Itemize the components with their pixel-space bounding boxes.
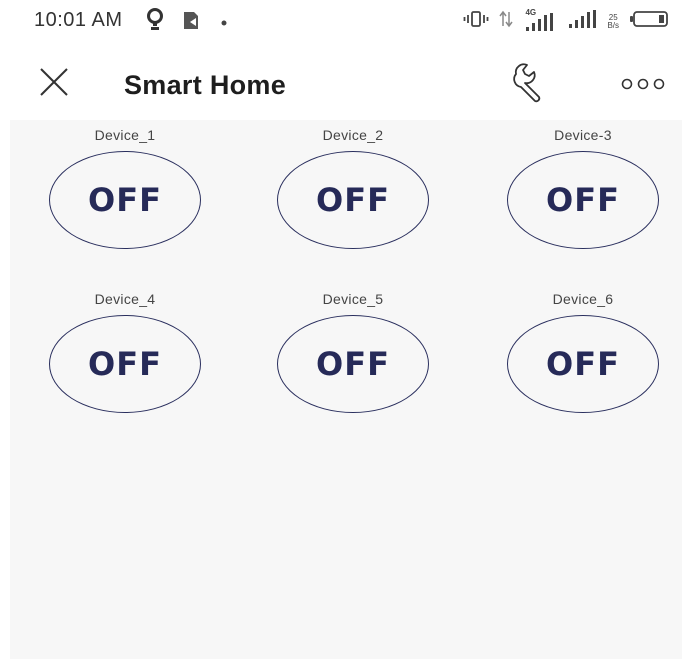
status-left-icons bbox=[146, 8, 228, 37]
battery-icon bbox=[629, 10, 669, 33]
settings-button[interactable] bbox=[510, 60, 554, 104]
device-grid: Device_1 OFF Device_2 OFF Device-3 OFF D… bbox=[10, 120, 682, 659]
close-icon bbox=[38, 68, 70, 102]
device-1-toggle[interactable]: OFF bbox=[49, 151, 201, 249]
device-4-label: Device_4 bbox=[94, 291, 156, 307]
device-6-toggle[interactable]: OFF bbox=[507, 315, 659, 413]
more-button[interactable] bbox=[618, 76, 668, 92]
dot-icon bbox=[220, 14, 228, 32]
device-5-toggle[interactable]: OFF bbox=[277, 315, 429, 413]
device-5: Device_5 OFF bbox=[273, 291, 433, 413]
device-4: Device_4 OFF bbox=[45, 291, 205, 413]
status-time: 10:01 AM bbox=[34, 9, 123, 31]
device-3-toggle[interactable]: OFF bbox=[507, 151, 659, 249]
device-3-label: Device-3 bbox=[554, 127, 612, 143]
device-6: Device_6 OFF bbox=[503, 291, 663, 413]
network-speed-unit: B/s bbox=[607, 20, 619, 30]
app-screen: 10:01 AM 4G 25 B/s Smart Home Device_1 O… bbox=[0, 0, 687, 659]
network-speed: 25 B/s bbox=[607, 13, 619, 30]
device-2: Device_2 OFF bbox=[273, 127, 433, 249]
battery-saver-icon bbox=[182, 9, 202, 36]
device-1: Device_1 OFF bbox=[45, 127, 205, 249]
device-4-toggle[interactable]: OFF bbox=[49, 315, 201, 413]
signal-strength-icon bbox=[567, 8, 597, 35]
device-2-toggle[interactable]: OFF bbox=[277, 151, 429, 249]
close-button[interactable] bbox=[38, 66, 70, 98]
app-header: Smart Home bbox=[0, 44, 687, 120]
vibrate-icon bbox=[463, 10, 489, 33]
device-6-label: Device_6 bbox=[552, 291, 614, 307]
device-2-label: Device_2 bbox=[322, 127, 384, 143]
device-1-label: Device_1 bbox=[94, 127, 156, 143]
data-transfer-icon bbox=[499, 10, 514, 33]
more-icon bbox=[618, 78, 668, 96]
location-pin-icon bbox=[146, 8, 164, 37]
status-bar: 10:01 AM 4G 25 B/s bbox=[0, 0, 687, 44]
page-title: Smart Home bbox=[124, 70, 287, 100]
device-5-label: Device_5 bbox=[322, 291, 384, 307]
signal-4g-icon: 4G bbox=[523, 8, 557, 33]
status-right-icons: 4G 25 B/s bbox=[463, 8, 669, 35]
device-3: Device-3 OFF bbox=[503, 127, 663, 249]
wrench-icon bbox=[510, 63, 554, 108]
